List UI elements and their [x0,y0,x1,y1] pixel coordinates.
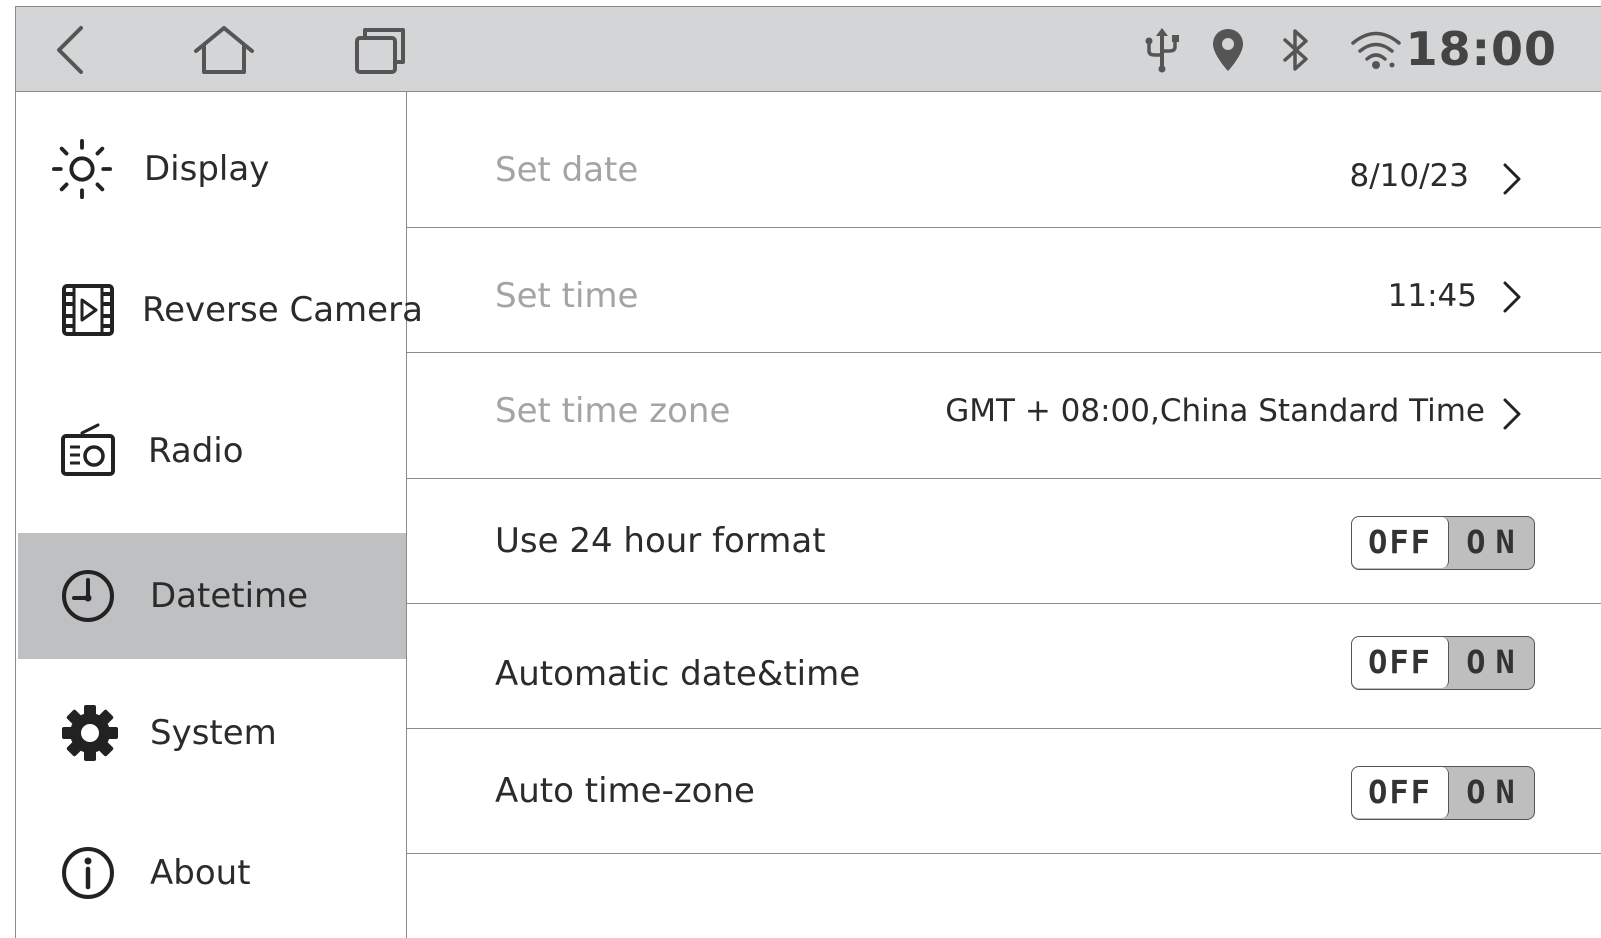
toggle-off-segment: OFF [1352,637,1449,688]
set-time-value: 11:45 [1387,278,1477,314]
back-icon[interactable] [50,7,90,92]
toggle-on-segment: ON [1466,643,1525,681]
brightness-icon [52,139,112,199]
sidebar-item-display[interactable]: Display [18,106,406,232]
toggle-on-segment: ON [1466,523,1525,561]
datetime-settings-panel: Set date 8/10/23 Set time 11:45 Set time… [407,92,1601,938]
auto-time-zone-row: Auto time-zone OFF ON [407,729,1601,854]
use-24-hour-toggle[interactable]: OFF ON [1351,516,1535,570]
sidebar-item-label: Display [144,149,270,189]
sidebar-item-reverse-camera[interactable]: Reverse Camera [18,247,423,373]
set-time-row[interactable]: Set time 11:45 [407,228,1601,353]
automatic-date-time-label: Automatic date&time [495,654,861,694]
video-film-icon [58,280,118,340]
chevron-right-icon [1503,398,1521,430]
auto-time-zone-toggle[interactable]: OFF ON [1351,766,1535,820]
sidebar-item-label: About [150,853,251,893]
chevron-right-icon [1503,281,1521,313]
bluetooth-icon [1278,7,1314,92]
set-date-row[interactable]: Set date 8/10/23 [407,92,1601,228]
sidebar-item-label: Datetime [150,576,309,616]
sidebar-item-label: Reverse Camera [142,290,423,330]
toggle-on-segment: ON [1466,773,1525,811]
gear-icon [60,703,120,763]
set-date-value: 8/10/23 [1349,158,1469,194]
set-date-label: Set date [495,150,639,190]
chevron-right-icon [1503,163,1521,195]
radio-icon [58,421,118,481]
recents-icon[interactable] [352,7,408,92]
automatic-date-time-row: Automatic date&time OFF ON [407,604,1601,729]
usb-icon [1142,7,1182,92]
clock-icon [58,566,118,626]
sidebar-item-datetime[interactable]: Datetime [18,533,406,659]
sidebar-item-system[interactable]: System [18,670,406,796]
home-icon[interactable] [192,7,256,92]
wifi-icon [1348,7,1404,92]
set-time-zone-value: GMT + 08:00,China Standard Time [945,393,1485,429]
auto-time-zone-label: Auto time-zone [495,771,755,811]
toggle-off-segment: OFF [1352,767,1449,818]
set-time-zone-label: Set time zone [495,391,731,431]
sidebar-item-radio[interactable]: Radio [18,388,406,514]
info-icon [58,843,118,903]
use-24-hour-label: Use 24 hour format [495,521,826,561]
location-icon [1210,7,1246,92]
toggle-off-segment: OFF [1352,517,1449,568]
set-time-label: Set time [495,276,639,316]
sidebar-item-label: Radio [148,431,244,471]
status-clock: 18:00 [1405,22,1557,76]
status-bar: 18:00 [16,7,1601,92]
settings-sidebar: Display Reverse Camera Radio Datetime Sy… [16,92,423,938]
sidebar-item-label: System [150,713,277,753]
use-24-hour-row: Use 24 hour format OFF ON [407,479,1601,604]
set-time-zone-row[interactable]: Set time zone GMT + 08:00,China Standard… [407,353,1601,479]
automatic-date-time-toggle[interactable]: OFF ON [1351,636,1535,690]
sidebar-item-about[interactable]: About [18,810,406,936]
